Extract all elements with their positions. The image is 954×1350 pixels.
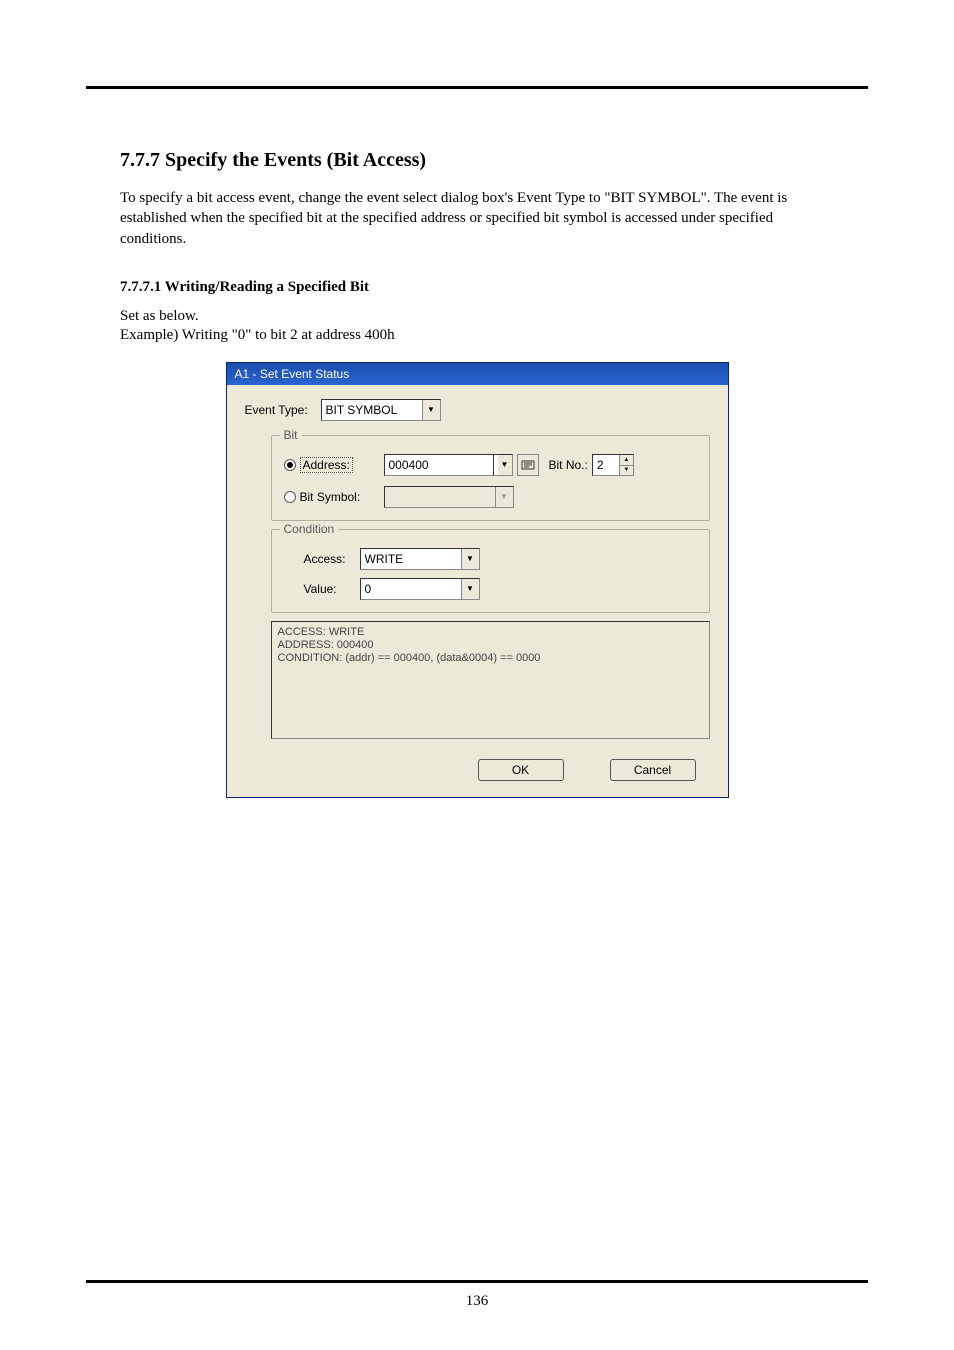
subsection-heading: 7.7.7.1 Writing/Reading a Specified Bit	[120, 279, 834, 296]
access-value: WRITE	[365, 552, 461, 566]
ok-button[interactable]: OK	[478, 759, 564, 781]
section-paragraph: To specify a bit access event, change th…	[120, 188, 834, 249]
address-value: 000400	[389, 458, 429, 472]
set-event-status-dialog: A1 - Set Event Status Event Type: BIT SY…	[226, 362, 729, 798]
value-value: 0	[365, 582, 461, 596]
bitsymbol-radio-label: Bit Symbol:	[300, 490, 361, 504]
bitno-spinner[interactable]: 2 ▲ ▼	[592, 454, 634, 476]
access-combo[interactable]: WRITE ▼	[360, 548, 480, 570]
spinner-up-icon[interactable]: ▲	[619, 455, 633, 465]
condition-legend: Condition	[280, 522, 339, 536]
section-heading: 7.7.7 Specify the Events (Bit Access)	[120, 149, 834, 172]
value-label: Value:	[284, 582, 360, 596]
bit-fieldset: Bit Address: 000400 ▼	[271, 435, 710, 521]
chevron-down-icon: ▼	[495, 487, 513, 507]
event-type-combo[interactable]: BIT SYMBOL ▼	[321, 399, 441, 421]
bitno-value: 2	[593, 458, 619, 472]
chevron-down-icon[interactable]: ▼	[461, 549, 479, 569]
example-text: Example) Writing "0" to bit 2 at address…	[120, 327, 834, 344]
status-line-3: CONDITION: (addr) == 000400, (data&0004)…	[278, 652, 703, 665]
set-below-text: Set as below.	[120, 308, 834, 325]
event-type-label: Event Type:	[245, 403, 315, 417]
chevron-down-icon[interactable]: ▼	[422, 400, 440, 420]
bitsymbol-combo: ▼	[384, 486, 514, 508]
chevron-down-icon[interactable]: ▼	[498, 455, 512, 475]
spinner-down-icon[interactable]: ▼	[619, 465, 633, 475]
status-line-1: ACCESS: WRITE	[278, 626, 703, 639]
condition-fieldset: Condition Access: WRITE ▼ Value: 0	[271, 529, 710, 613]
value-combo[interactable]: 0 ▼	[360, 578, 480, 600]
address-radio-label: Address:	[300, 457, 353, 473]
address-input[interactable]: 000400	[384, 454, 494, 476]
bitno-label: Bit No.:	[549, 458, 588, 472]
dialog-titlebar: A1 - Set Event Status	[227, 363, 728, 385]
chevron-down-icon[interactable]: ▼	[461, 579, 479, 599]
event-type-value: BIT SYMBOL	[326, 403, 422, 417]
status-readout: ACCESS: WRITE ADDRESS: 000400 CONDITION:…	[271, 621, 710, 739]
register-browse-button[interactable]	[517, 454, 539, 476]
access-label: Access:	[284, 552, 360, 566]
bitsymbol-radio[interactable]: Bit Symbol:	[284, 490, 384, 504]
cancel-button[interactable]: Cancel	[610, 759, 696, 781]
footer-rule	[86, 1280, 868, 1283]
bit-legend: Bit	[280, 428, 302, 442]
status-line-2: ADDRESS: 000400	[278, 639, 703, 652]
address-dropdown[interactable]: ▼	[493, 454, 513, 476]
address-radio[interactable]: Address:	[284, 457, 384, 473]
page-number: 136	[0, 1293, 954, 1310]
